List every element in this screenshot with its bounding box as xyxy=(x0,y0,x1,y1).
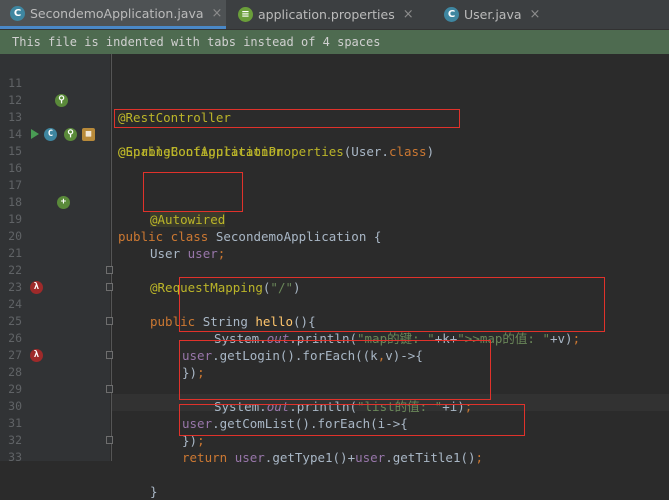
close-icon[interactable]: × xyxy=(212,6,223,21)
code-line: 29 System.out.println("list的值: "+i); xyxy=(0,364,669,414)
code-line: 25 System.out.println("map的键: "+k+">>map… xyxy=(0,296,669,346)
code-line: 22 @RequestMapping("/") xyxy=(0,245,669,295)
tab-secondemo-application[interactable]: C SecondemoApplication.java × xyxy=(0,0,226,29)
lambda-breakpoint-icon[interactable]: λ xyxy=(30,281,43,294)
code-line: 31 xyxy=(0,398,669,430)
java-class-icon: C xyxy=(10,5,25,21)
code-line: 28 λ user.getComList().forEach(i->{ xyxy=(0,347,669,431)
fold-marker[interactable] xyxy=(106,351,113,359)
code-line: 11 xyxy=(0,58,669,90)
spring-config-icon[interactable]: ▦ xyxy=(82,128,95,141)
code-line: 14 @EnableConfigurationProperties(User.c… xyxy=(0,109,669,159)
tab-user-java[interactable]: C User.java × xyxy=(434,0,552,29)
tab-label: SecondemoApplication.java xyxy=(30,5,204,21)
run-icon[interactable] xyxy=(31,129,39,139)
code-line: 17 xyxy=(0,160,669,192)
fold-marker[interactable] xyxy=(106,266,113,274)
spring-bean-gutter-icon[interactable]: ⚲ xyxy=(55,94,68,107)
spring-bean-gutter-icon[interactable]: ⚲ xyxy=(64,128,77,141)
banner-text: This file is indented with tabs instead … xyxy=(12,35,381,49)
code-line: 12 @RestController xyxy=(0,75,669,125)
indentation-notification-banner: This file is indented with tabs instead … xyxy=(0,30,669,54)
tab-application-properties[interactable]: ≡ application.properties × xyxy=(228,0,432,29)
fold-marker[interactable] xyxy=(106,385,113,393)
code-line: 20 xyxy=(0,211,669,243)
properties-file-icon: ≡ xyxy=(238,7,253,22)
code-line: 16 xyxy=(0,143,669,175)
lambda-breakpoint-icon[interactable]: λ xyxy=(30,349,43,362)
autowired-gutter-icon[interactable]: + xyxy=(57,196,70,209)
code-line: 18 @Autowired xyxy=(0,177,669,227)
code-line: 30 }); xyxy=(0,381,669,448)
fold-marker[interactable] xyxy=(106,436,113,444)
fold-marker[interactable] xyxy=(106,283,113,291)
java-class-icon: C xyxy=(444,7,459,22)
code-line: 27 xyxy=(0,330,669,362)
code-line: 13 ⚲ @SpringBootApplication xyxy=(0,92,669,159)
editor-tab-bar: C SecondemoApplication.java × ≡ applicat… xyxy=(0,0,669,30)
code-line: 21 xyxy=(0,228,669,260)
tab-label: User.java xyxy=(464,7,522,22)
tab-label: application.properties xyxy=(258,7,395,22)
code-line: 19 + User user; xyxy=(0,194,669,261)
class-gutter-icon[interactable]: C xyxy=(44,128,57,141)
fold-marker[interactable] xyxy=(106,317,113,325)
close-icon[interactable]: × xyxy=(530,7,541,22)
code-line: 33 } xyxy=(0,432,669,499)
line-number: 33 xyxy=(8,450,22,464)
code-line: 23 public String hello(){ xyxy=(0,262,669,329)
code-line: 32 return user.getType1()+user.getTitle1… xyxy=(0,415,669,465)
close-icon[interactable]: × xyxy=(403,7,414,22)
code-line: 26 }); xyxy=(0,313,669,380)
code-line: 15 C ⚲ ▦ public class SecondemoApplicati… xyxy=(0,126,669,244)
code-line: 24 λ user.getLogin().forEach((k,v)->{ xyxy=(0,279,669,363)
